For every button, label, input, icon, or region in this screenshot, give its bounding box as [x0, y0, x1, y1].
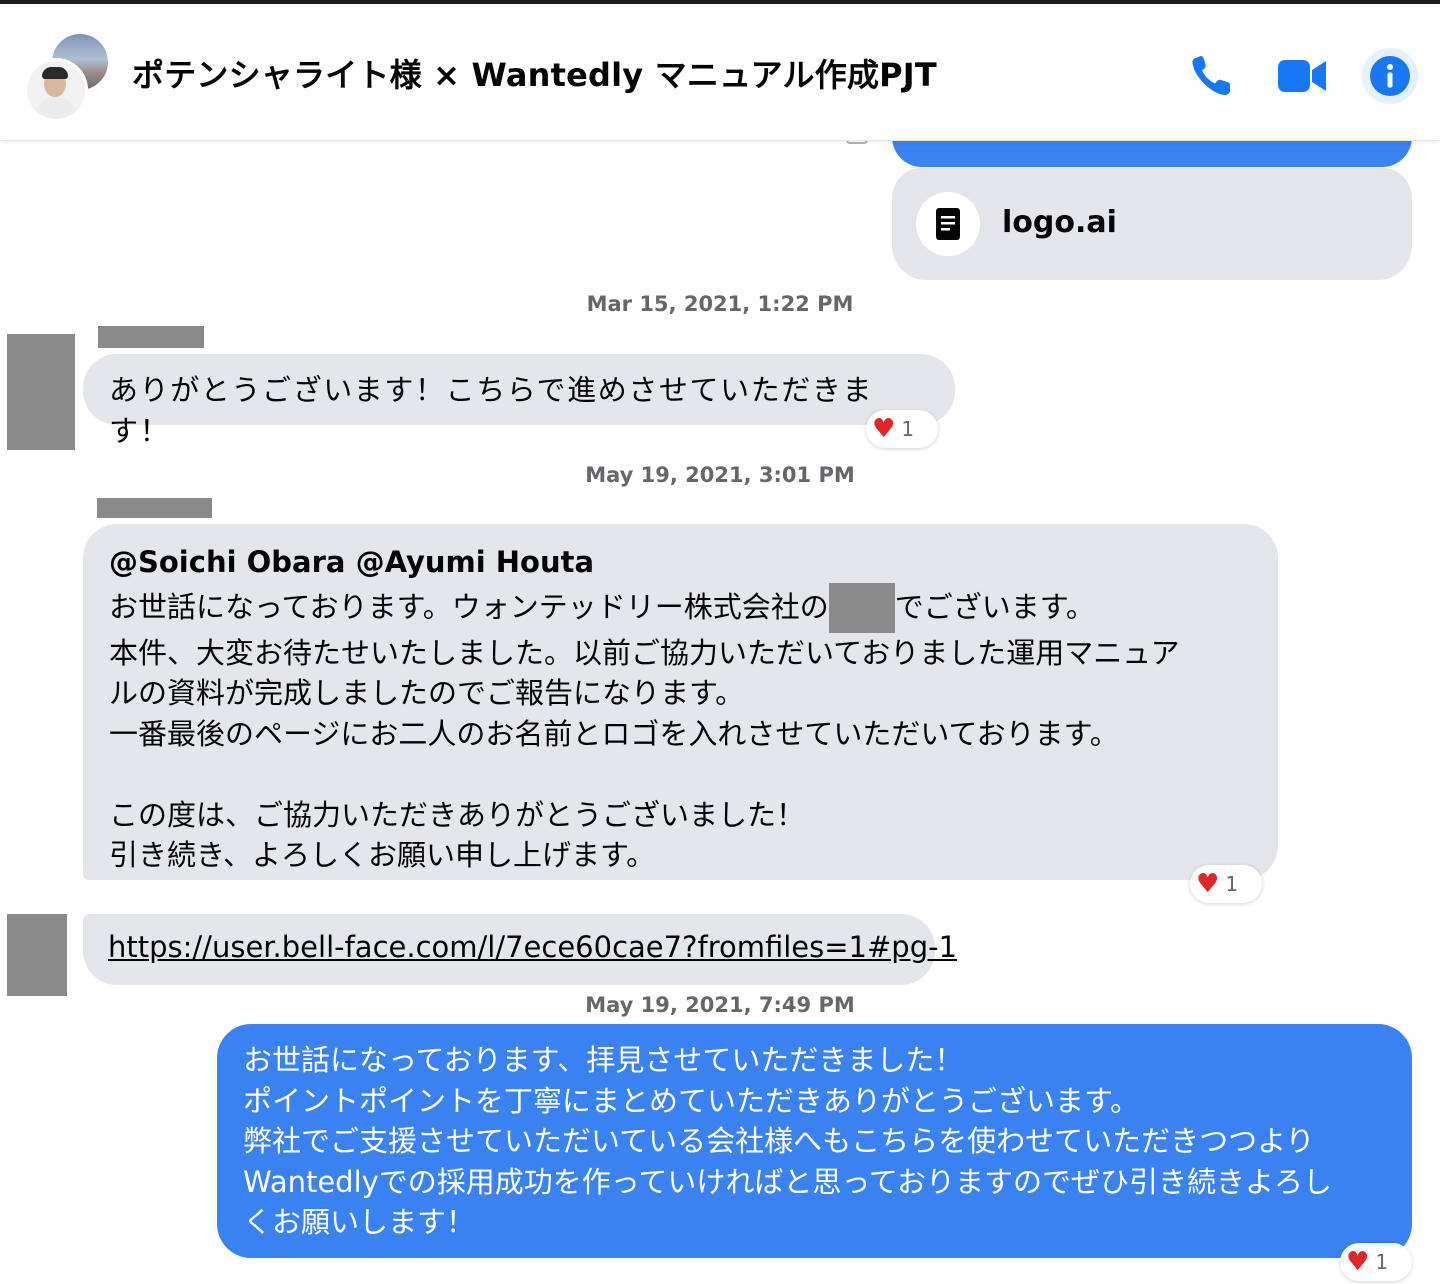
message-text: でございます。 — [894, 590, 1095, 625]
avatar-redacted[interactable] — [7, 334, 75, 450]
avatar-redacted[interactable] — [7, 914, 67, 996]
message-text: ありがとうございます！こちらで進めさせていただきます！ — [109, 373, 874, 448]
heart-icon: ♥ — [872, 414, 896, 444]
incoming-message[interactable]: ありがとうございます！こちらで進めさせていただきます！ — [83, 354, 955, 448]
reaction-count: 1 — [1225, 872, 1239, 896]
name-redacted — [828, 582, 895, 633]
conversation-info-button[interactable] — [1362, 48, 1418, 104]
message-text: 本件、大変お待たせいたしました。以前ご協力いただいておりました運用マニュア ルの… — [109, 635, 1180, 873]
conversation-header: ポテンシャライト様 × Wantedly マニュアル作成PJT — [0, 4, 1440, 141]
timestamp: Mar 15, 2021, 1:22 PM — [586, 292, 854, 316]
message-line: お世話になっております。ウォンテッドリー株式会社の でございます。 — [109, 582, 1254, 633]
message-text: お世話になっております、拝見させていただきました！ ポイントポイントを丁寧にまと… — [243, 1043, 1333, 1239]
heart-icon: ♥ — [1196, 869, 1220, 899]
video-camera-icon — [1278, 60, 1326, 92]
file-attachment[interactable]: logo.ai — [892, 168, 1412, 280]
reaction-count: 1 — [1375, 1250, 1389, 1274]
document-icon — [916, 192, 980, 256]
reaction-badge[interactable]: ♥ 1 — [1190, 865, 1262, 903]
shared-link[interactable]: https://user.bell-face.com/l/7ece60cae7?… — [108, 930, 957, 964]
file-name: logo.ai — [1002, 205, 1117, 240]
sender-name-redacted — [97, 498, 212, 518]
incoming-link-message[interactable]: https://user.bell-face.com/l/7ece60cae7?… — [83, 914, 957, 985]
reaction-badge[interactable]: ♥ 1 — [866, 410, 938, 448]
voice-call-button[interactable] — [1184, 48, 1240, 104]
timestamp: May 19, 2021, 7:49 PM — [585, 993, 855, 1017]
reaction-count: 1 — [901, 417, 915, 441]
video-call-button[interactable] — [1274, 48, 1330, 104]
message-text: お世話になっております。ウォンテッドリー株式会社の — [109, 590, 829, 625]
timestamp: May 19, 2021, 3:01 PM — [585, 463, 855, 487]
incoming-message[interactable]: @Soichi Obara @Ayumi Houta お世話になっております。ウ… — [83, 524, 1278, 880]
group-avatar[interactable] — [24, 34, 112, 122]
sender-name-redacted — [98, 326, 204, 348]
phone-icon — [1192, 56, 1230, 96]
reaction-badge[interactable]: ♥ 1 — [1340, 1243, 1412, 1281]
mentions: @Soichi Obara @Ayumi Houta — [109, 545, 595, 579]
heart-icon: ♥ — [1346, 1247, 1370, 1277]
conversation-title[interactable]: ポテンシャライト様 × Wantedly マニュアル作成PJT — [132, 50, 937, 96]
outgoing-message[interactable]: お世話になっております、拝見させていただきました！ ポイントポイントを丁寧にまと… — [217, 1024, 1412, 1258]
avatar — [24, 58, 88, 122]
info-icon — [1370, 56, 1410, 96]
